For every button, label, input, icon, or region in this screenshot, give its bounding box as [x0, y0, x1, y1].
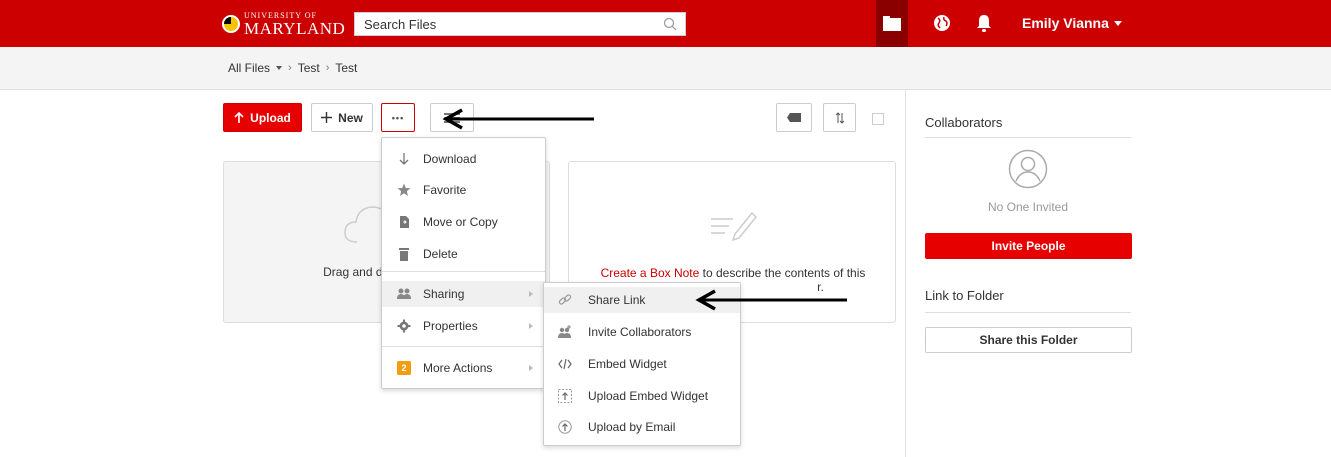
star-icon: [397, 183, 411, 196]
more-actions-badge: 2: [397, 361, 411, 375]
download-icon: [399, 153, 409, 165]
breadcrumb-separator: ›: [288, 62, 292, 74]
search-icon[interactable]: [663, 17, 677, 31]
logo-bottom-text: MARYLAND: [244, 18, 346, 38]
tag-button[interactable]: [776, 103, 812, 132]
sidebar-divider: [905, 90, 906, 457]
submenu-item-upload-embed-widget[interactable]: Upload Embed Widget: [544, 383, 740, 409]
menu-divider: [382, 271, 545, 272]
link-icon: [558, 294, 572, 305]
search-box: [354, 12, 686, 36]
menu-item-properties[interactable]: Properties: [382, 313, 545, 339]
invite-people-button[interactable]: Invite People: [925, 233, 1132, 259]
user-name: Emily Vianna: [1022, 15, 1109, 31]
chevron-right-icon: [529, 365, 533, 371]
more-options-button[interactable]: •••: [381, 103, 415, 132]
globe-icon[interactable]: [933, 14, 951, 32]
avatar-placeholder-icon: [1008, 149, 1048, 189]
divider: [925, 137, 1131, 138]
pencil-note-icon: [711, 211, 757, 242]
plus-icon: [321, 112, 333, 123]
no-collaborators-text: No One Invited: [987, 200, 1069, 214]
menu-item-favorite[interactable]: Favorite: [382, 177, 545, 203]
files-nav-button[interactable]: [876, 0, 908, 47]
more-options-menu: Download Favorite Move or Copy Delete Sh…: [381, 137, 546, 389]
menu-item-delete[interactable]: Delete: [382, 241, 545, 267]
collaborators-title: Collaborators: [925, 115, 1003, 130]
new-button[interactable]: New: [311, 103, 373, 132]
breadcrumb-separator: ›: [325, 62, 330, 74]
top-header: UNIVERSITY OF MARYLAND Emily Vianna: [0, 0, 1331, 47]
breadcrumb-item-current: Test: [335, 61, 358, 75]
code-icon: [558, 358, 572, 370]
chevron-down-icon[interactable]: [276, 66, 283, 70]
sort-button[interactable]: [823, 103, 856, 132]
breadcrumb-item-all-files[interactable]: All Files: [228, 61, 270, 75]
upload-embed-icon: [558, 389, 572, 403]
gear-icon: [397, 319, 411, 333]
ellipsis-icon: •••: [391, 112, 405, 123]
folder-icon: [883, 16, 901, 31]
trash-icon: [399, 248, 409, 261]
menu-divider: [382, 346, 545, 347]
menu-item-more-actions[interactable]: 2 More Actions: [382, 355, 545, 381]
submenu-item-upload-by-email[interactable]: Upload by Email: [544, 414, 740, 440]
breadcrumb-bar: All Files › Test › Test: [0, 47, 1331, 90]
new-label: New: [338, 110, 363, 125]
annotation-arrow-icon: [442, 108, 594, 130]
menu-item-download[interactable]: Download: [382, 146, 545, 172]
bell-icon[interactable]: [975, 13, 993, 33]
submenu-item-invite-collaborators[interactable]: Invite Collaborators: [544, 319, 740, 345]
chevron-right-icon: [529, 291, 533, 297]
breadcrumb: All Files › Test › Test: [228, 61, 357, 75]
chevron-down-icon: [1113, 20, 1122, 26]
chevron-right-icon: [529, 323, 533, 329]
maryland-flag-icon: [222, 15, 240, 33]
upload-button[interactable]: Upload: [223, 103, 302, 132]
breadcrumb-item-test[interactable]: Test: [298, 61, 320, 75]
menu-item-sharing[interactable]: Sharing: [382, 281, 545, 307]
sharing-icon: [397, 288, 411, 299]
share-folder-button[interactable]: Share this Folder: [925, 327, 1132, 353]
tag-icon: [787, 113, 801, 122]
create-box-note-link[interactable]: Create a Box Note: [601, 266, 700, 280]
user-menu[interactable]: Emily Vianna: [1022, 15, 1122, 31]
upload-email-icon: [558, 420, 572, 434]
divider: [925, 312, 1131, 313]
submenu-item-embed-widget[interactable]: Embed Widget: [544, 351, 740, 377]
university-logo[interactable]: UNIVERSITY OF MARYLAND: [222, 11, 346, 38]
annotation-arrow-icon: [695, 289, 847, 311]
link-to-folder-title: Link to Folder: [925, 288, 1004, 303]
box-note-description: to describe the contents of this: [699, 266, 866, 280]
search-input[interactable]: [364, 16, 654, 32]
invite-collaborators-icon: [558, 325, 571, 338]
move-copy-icon: [400, 216, 409, 228]
select-all-checkbox[interactable]: [872, 113, 884, 125]
menu-item-move-copy[interactable]: Move or Copy: [382, 209, 545, 235]
upload-label: Upload: [250, 110, 291, 125]
sort-icon: [835, 111, 844, 124]
arrow-up-icon: [234, 111, 244, 123]
